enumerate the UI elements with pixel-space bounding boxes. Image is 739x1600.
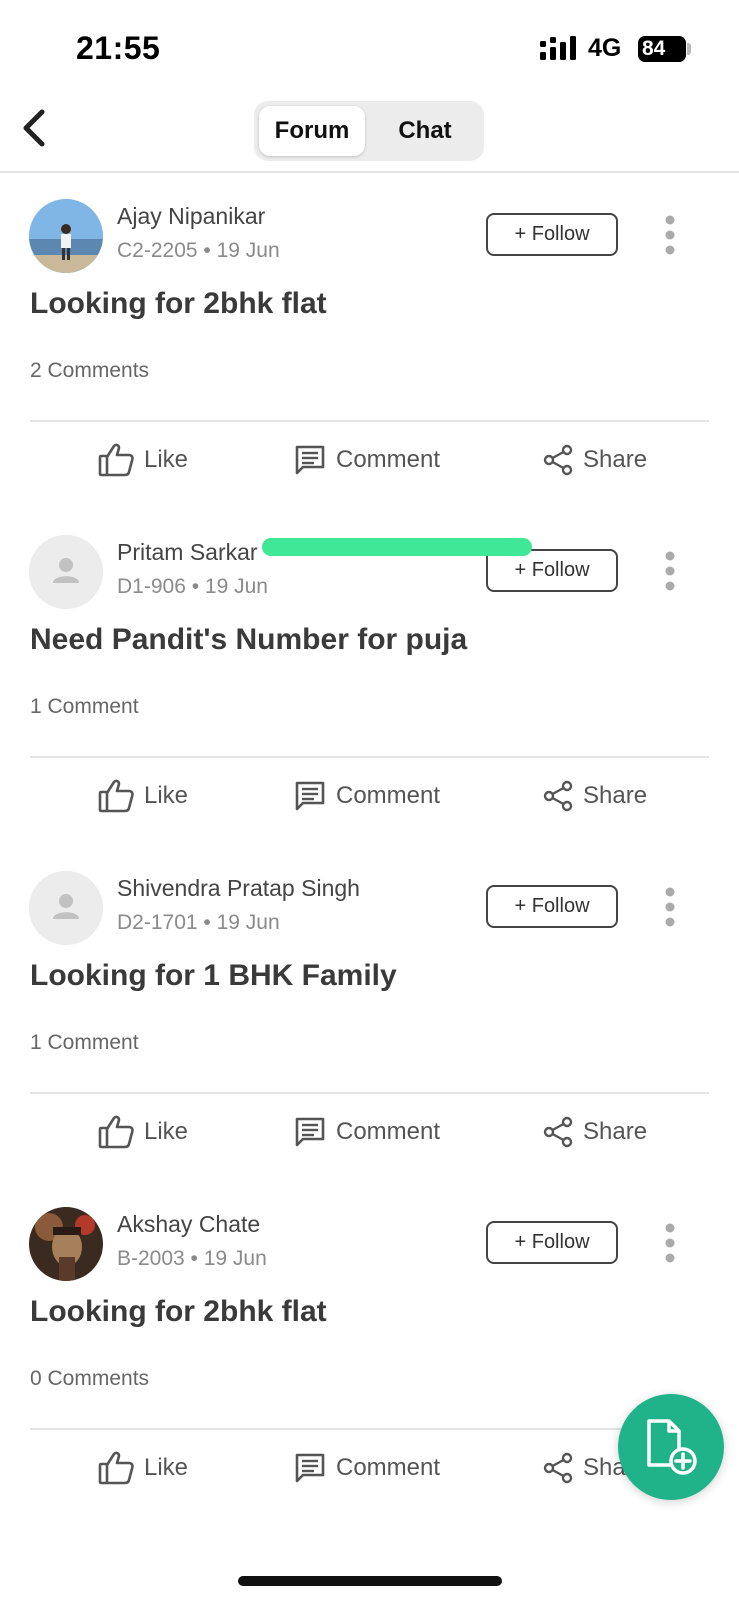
post-title[interactable]: Need Pandit's Number for puja bbox=[30, 623, 467, 657]
comment-count[interactable]: 1 Comment bbox=[30, 1031, 139, 1055]
share-button[interactable]: Share bbox=[543, 773, 647, 819]
share-label: Share bbox=[583, 1118, 648, 1145]
share-icon bbox=[543, 444, 573, 476]
share-icon bbox=[543, 1116, 573, 1148]
thumbs-up-icon bbox=[98, 1451, 134, 1485]
battery-level: 84 bbox=[642, 37, 666, 60]
post-title[interactable]: Looking for 1 BHK Family bbox=[30, 959, 397, 993]
comment-icon bbox=[295, 1453, 325, 1483]
more-options-icon[interactable] bbox=[656, 885, 684, 929]
comment-icon bbox=[295, 1117, 325, 1147]
like-label: Like bbox=[144, 446, 189, 473]
share-label: Share bbox=[583, 446, 648, 473]
avatar[interactable] bbox=[29, 871, 103, 945]
comment-button[interactable]: Comment bbox=[294, 773, 440, 819]
follow-button[interactable]: + Follow bbox=[486, 213, 618, 256]
home-indicator bbox=[238, 1576, 502, 1586]
follow-button[interactable]: + Follow bbox=[486, 1221, 618, 1264]
share-icon bbox=[543, 780, 573, 812]
post-meta: D1-906 • 19 Jun bbox=[117, 575, 268, 598]
like-label: Like bbox=[144, 1454, 189, 1481]
share-label: Share bbox=[583, 782, 648, 809]
like-button[interactable]: Like bbox=[98, 1445, 188, 1491]
avatar[interactable] bbox=[29, 535, 103, 609]
comment-count[interactable]: 0 Comments bbox=[30, 1367, 149, 1391]
status-bar: 21:55 4G 84 bbox=[0, 0, 739, 96]
post-author[interactable]: Pritam Sarkar bbox=[117, 539, 258, 566]
post-title[interactable]: Looking for 2bhk flat bbox=[30, 1295, 327, 1329]
follow-button[interactable]: + Follow bbox=[486, 885, 618, 928]
user-placeholder-icon bbox=[29, 871, 103, 945]
status-time: 21:55 bbox=[76, 30, 161, 66]
battery-tip bbox=[687, 43, 691, 55]
post-meta: B-2003 • 19 Jun bbox=[117, 1247, 267, 1270]
thumbs-up-icon bbox=[98, 1115, 134, 1149]
post-meta: C2-2205 • 19 Jun bbox=[117, 239, 280, 262]
comment-label: Comment bbox=[336, 1118, 441, 1145]
avatar[interactable] bbox=[29, 1207, 103, 1281]
new-post-button[interactable] bbox=[618, 1394, 724, 1500]
comment-button[interactable]: Comment bbox=[294, 1445, 440, 1491]
thumbs-up-icon bbox=[98, 779, 134, 813]
share-icon bbox=[543, 1452, 573, 1484]
more-options-icon[interactable] bbox=[656, 549, 684, 593]
network-label: 4G bbox=[588, 34, 622, 62]
share-button[interactable]: Share bbox=[543, 1109, 647, 1155]
comment-label: Comment bbox=[336, 782, 441, 809]
avatar-photo bbox=[29, 199, 103, 273]
post-card[interactable]: Shivendra Pratap Singh D2-1701 • 19 Jun … bbox=[0, 847, 739, 1183]
like-button[interactable]: Like bbox=[98, 1109, 188, 1155]
user-placeholder-icon bbox=[29, 535, 103, 609]
divider bbox=[30, 1092, 709, 1094]
post-author[interactable]: Shivendra Pratap Singh bbox=[117, 875, 360, 902]
post-card[interactable]: Pritam Sarkar D1-906 • 19 Jun + Follow N… bbox=[0, 511, 739, 847]
back-button[interactable] bbox=[12, 106, 56, 150]
battery-icon: 84 bbox=[638, 36, 686, 62]
comment-button[interactable]: Comment bbox=[294, 437, 440, 483]
post-author[interactable]: Ajay Nipanikar bbox=[117, 203, 265, 230]
new-document-plus-icon bbox=[647, 1419, 697, 1475]
post-card[interactable]: Ajay Nipanikar C2-2205 • 19 Jun + Follow… bbox=[0, 175, 739, 511]
comment-icon bbox=[295, 781, 325, 811]
comment-button[interactable]: Comment bbox=[294, 1109, 440, 1155]
post-author[interactable]: Akshay Chate bbox=[117, 1211, 260, 1238]
like-button[interactable]: Like bbox=[98, 773, 188, 819]
top-nav: Forum Chat bbox=[0, 96, 739, 173]
segmented-control: Forum Chat bbox=[254, 101, 484, 161]
highlighter-stroke bbox=[262, 538, 532, 556]
divider bbox=[30, 1428, 709, 1430]
share-button[interactable]: Share bbox=[543, 437, 647, 483]
post-title[interactable]: Looking for 2bhk flat bbox=[30, 287, 327, 321]
like-label: Like bbox=[144, 782, 189, 809]
thumbs-up-icon bbox=[98, 443, 134, 477]
chevron-left-icon bbox=[23, 109, 45, 147]
forum-feed: Ajay Nipanikar C2-2205 • 19 Jun + Follow… bbox=[0, 175, 739, 1519]
avatar[interactable] bbox=[29, 199, 103, 273]
divider bbox=[30, 756, 709, 758]
comment-count[interactable]: 2 Comments bbox=[30, 359, 149, 383]
more-options-icon[interactable] bbox=[656, 213, 684, 257]
more-options-icon[interactable] bbox=[656, 1221, 684, 1265]
post-meta: D2-1701 • 19 Jun bbox=[117, 911, 280, 934]
signal-icon bbox=[540, 36, 576, 60]
divider bbox=[30, 420, 709, 422]
like-label: Like bbox=[144, 1118, 189, 1145]
comment-icon bbox=[295, 445, 325, 475]
like-button[interactable]: Like bbox=[98, 437, 188, 483]
tab-chat[interactable]: Chat bbox=[372, 106, 478, 156]
comment-label: Comment bbox=[336, 1454, 441, 1481]
avatar-photo bbox=[29, 1207, 103, 1281]
tab-forum[interactable]: Forum bbox=[259, 106, 365, 156]
comment-count[interactable]: 1 Comment bbox=[30, 695, 139, 719]
comment-label: Comment bbox=[336, 446, 441, 473]
